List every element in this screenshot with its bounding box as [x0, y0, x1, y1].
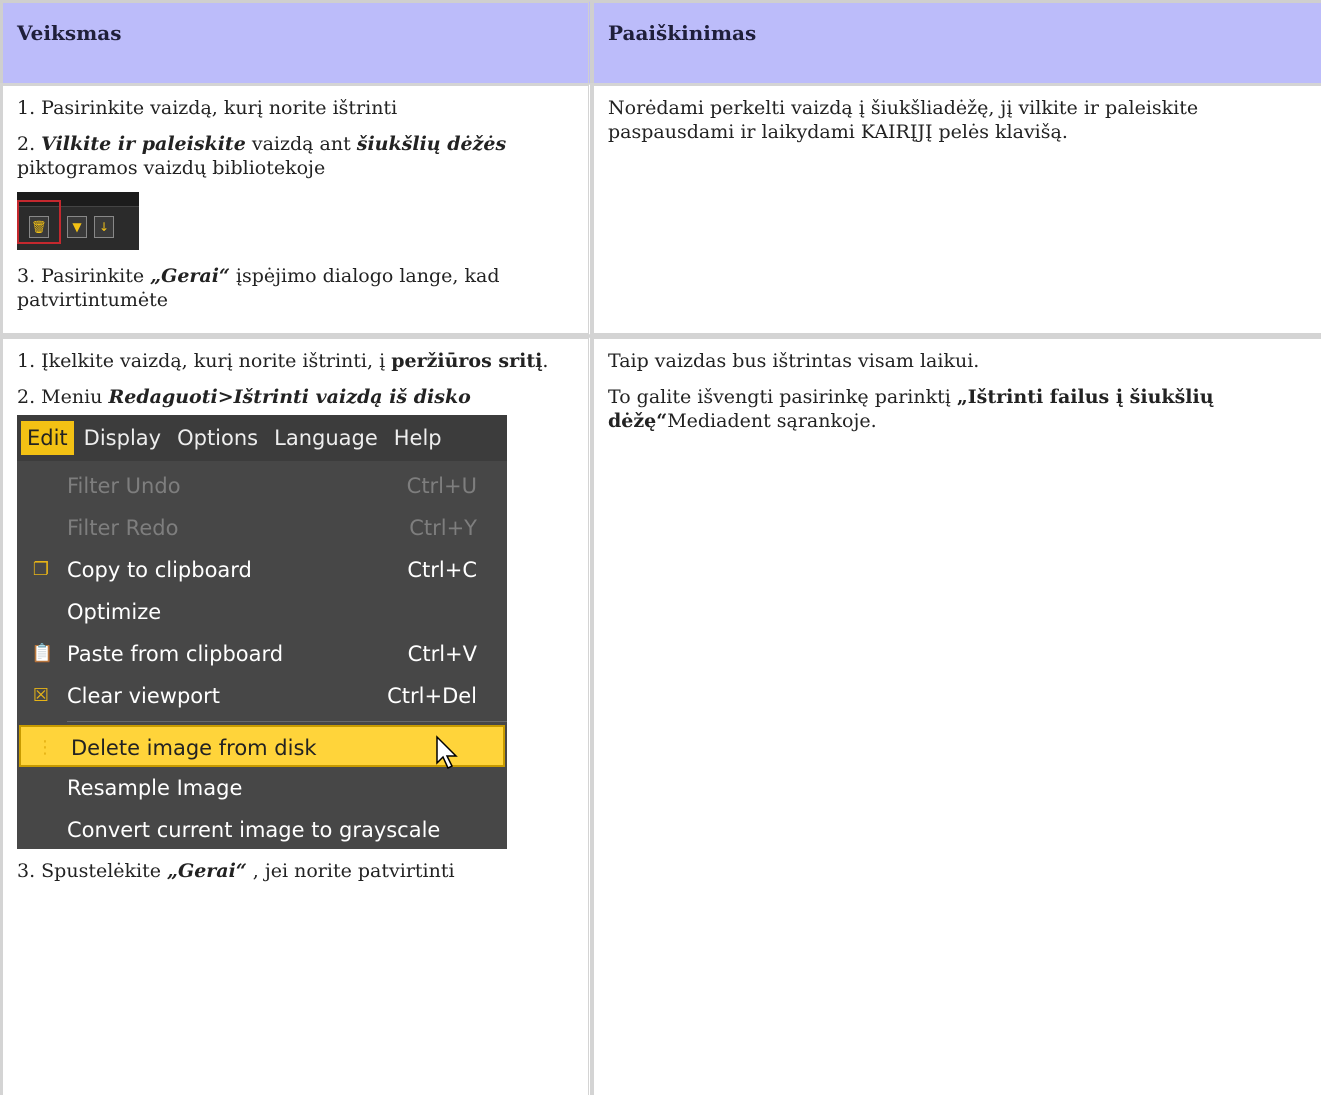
row1-action-cell: 1. Pasirinkite vaizdą, kurį norite ištri… [0, 83, 591, 336]
row2-step2-em: Redaguoti>Ištrinti vaizdą iš disko [108, 386, 471, 408]
menu-separator [67, 721, 507, 722]
menu-item-optimize[interactable]: Optimize [17, 591, 507, 633]
menu-item-label: Filter Undo [67, 474, 181, 498]
menu-item-filter-redo[interactable]: Filter Redo Ctrl+Y [17, 507, 507, 549]
menu-item-label: Copy to clipboard [67, 558, 252, 582]
menu-item-copy-to-clipboard[interactable]: ❐ Copy to clipboard Ctrl+C [17, 549, 507, 591]
row2-explanation-cell: Taip vaizdas bus ištrintas visam laikui.… [591, 336, 1321, 1095]
menu-item-filter-undo[interactable]: Filter Undo Ctrl+U [17, 465, 507, 507]
row2-step1: 1. Įkelkite vaizdą, kurį norite ištrinti… [17, 349, 574, 373]
row1-step3: 3. Pasirinkite „Gerai“ įspėjimo dialogo … [17, 264, 574, 312]
menu-item-shortcut: Ctrl+C [407, 558, 477, 582]
instruction-table: Veiksmas Paaiškinimas 1. Pasirinkite vai… [0, 0, 1321, 1095]
menu-bar: Edit Display Options Language Help [17, 415, 507, 461]
table-row: 1. Pasirinkite vaizdą, kurį norite ištri… [0, 83, 1321, 336]
menu-item-label: Convert current image to grayscale [67, 818, 441, 842]
row1-step2-suffix: piktogramos vaizdų bibliotekoje [17, 157, 326, 179]
edit-menu-image: Edit Display Options Language Help Filte… [17, 415, 507, 849]
row2-explanation2-prefix: To galite išvengti pasirinkę parinktį [608, 386, 957, 408]
menu-display[interactable]: Display [78, 421, 167, 455]
header-action: Veiksmas [0, 0, 591, 83]
header-explanation: Paaiškinimas [591, 0, 1321, 83]
menu-edit[interactable]: Edit [21, 421, 74, 455]
row1-step2-prefix: 2. [17, 133, 42, 155]
mouse-cursor-icon [436, 735, 458, 770]
trash-icon[interactable]: 🗑 [29, 216, 49, 238]
row2-step1-suffix: . [542, 350, 549, 372]
row1-step3-prefix: 3. Pasirinkite [17, 265, 151, 287]
row1-step1: 1. Pasirinkite vaizdą, kurį norite ištri… [17, 97, 398, 119]
filter-icon[interactable]: ▼ [67, 216, 87, 238]
menu-item-shortcut: Ctrl+V [407, 642, 477, 666]
menu-item-resample-image[interactable]: Resample Image [17, 767, 507, 809]
menu-item-paste-from-clipboard[interactable]: 📋 Paste from clipboard Ctrl+V [17, 633, 507, 675]
menu-item-shortcut: Ctrl+Del [387, 684, 477, 708]
menu-item-label: Filter Redo [67, 516, 179, 540]
arrow-down-icon[interactable]: ↓ [94, 216, 114, 238]
delete-icon: ⋮ [36, 737, 54, 758]
row2-step1-prefix: 1. Įkelkite vaizdą, kurį norite ištrinti… [17, 350, 392, 372]
library-toolbar-image: 🗑 ▼ ↓ [17, 192, 139, 250]
row2-step1-em: peržiūros sritį [391, 350, 543, 372]
menu-item-shortcut: Ctrl+U [406, 474, 477, 498]
menu-item-label: Optimize [67, 600, 162, 624]
menu-item-label: Resample Image [67, 776, 243, 800]
row2-step2-prefix: 2. Meniu [17, 386, 109, 408]
menu-item-delete-image-from-disk[interactable]: ⋮ Delete image from disk [19, 725, 505, 767]
row1-explanation-cell: Norėdami perkelti vaizdą į šiukšliadėžę,… [591, 83, 1321, 336]
row1-step3-em: „Gerai“ [150, 265, 230, 287]
menu-item-label: Clear viewport [67, 684, 220, 708]
row2-action-cell: 1. Įkelkite vaizdą, kurį norite ištrinti… [0, 336, 591, 1095]
row2-step3-suffix: , jei norite patvirtinti [246, 860, 455, 882]
row2-step3-prefix: 3. Spustelėkite [17, 860, 168, 882]
menu-item-label: Paste from clipboard [67, 642, 284, 666]
menu-item-convert-grayscale[interactable]: Convert current image to grayscale [17, 809, 507, 851]
row1-step2-em1: Vilkite ir paleiskite [41, 133, 246, 155]
row2-step2: 2. Meniu Redaguoti>Ištrinti vaizdą iš di… [17, 385, 574, 409]
row2-explanation1: Taip vaizdas bus ištrintas visam laikui. [608, 350, 980, 372]
row1-step2-mid: vaizdą ant [245, 133, 357, 155]
table-row: 1. Įkelkite vaizdą, kurį norite ištrinti… [0, 336, 1321, 1095]
menu-item-clear-viewport[interactable]: ☒ Clear viewport Ctrl+Del [17, 675, 507, 717]
copy-icon: ❐ [32, 559, 50, 580]
row2-explanation2-suffix: Mediadent sąrankoje. [667, 410, 877, 432]
row2-step3: 3. Spustelėkite „Gerai“ , jei norite pat… [17, 859, 574, 883]
menu-help[interactable]: Help [388, 421, 448, 455]
row2-step3-em: „Gerai“ [167, 860, 247, 882]
menu-language[interactable]: Language [268, 421, 384, 455]
menu-options[interactable]: Options [171, 421, 264, 455]
row1-explanation: Norėdami perkelti vaizdą į šiukšliadėžę,… [608, 97, 1199, 143]
paste-icon: 📋 [31, 643, 54, 664]
menu-item-shortcut: Ctrl+Y [409, 516, 477, 540]
row2-explanation2: To galite išvengti pasirinkę parinktį „I… [608, 385, 1307, 433]
table-header: Veiksmas Paaiškinimas [0, 0, 1321, 83]
row1-step2-em2: šiukšlių dėžės [356, 133, 507, 155]
clear-icon: ☒ [32, 685, 50, 706]
menu-item-label: Delete image from disk [71, 736, 317, 760]
row1-step2: 2. Vilkite ir paleiskite vaizdą ant šiuk… [17, 132, 574, 180]
